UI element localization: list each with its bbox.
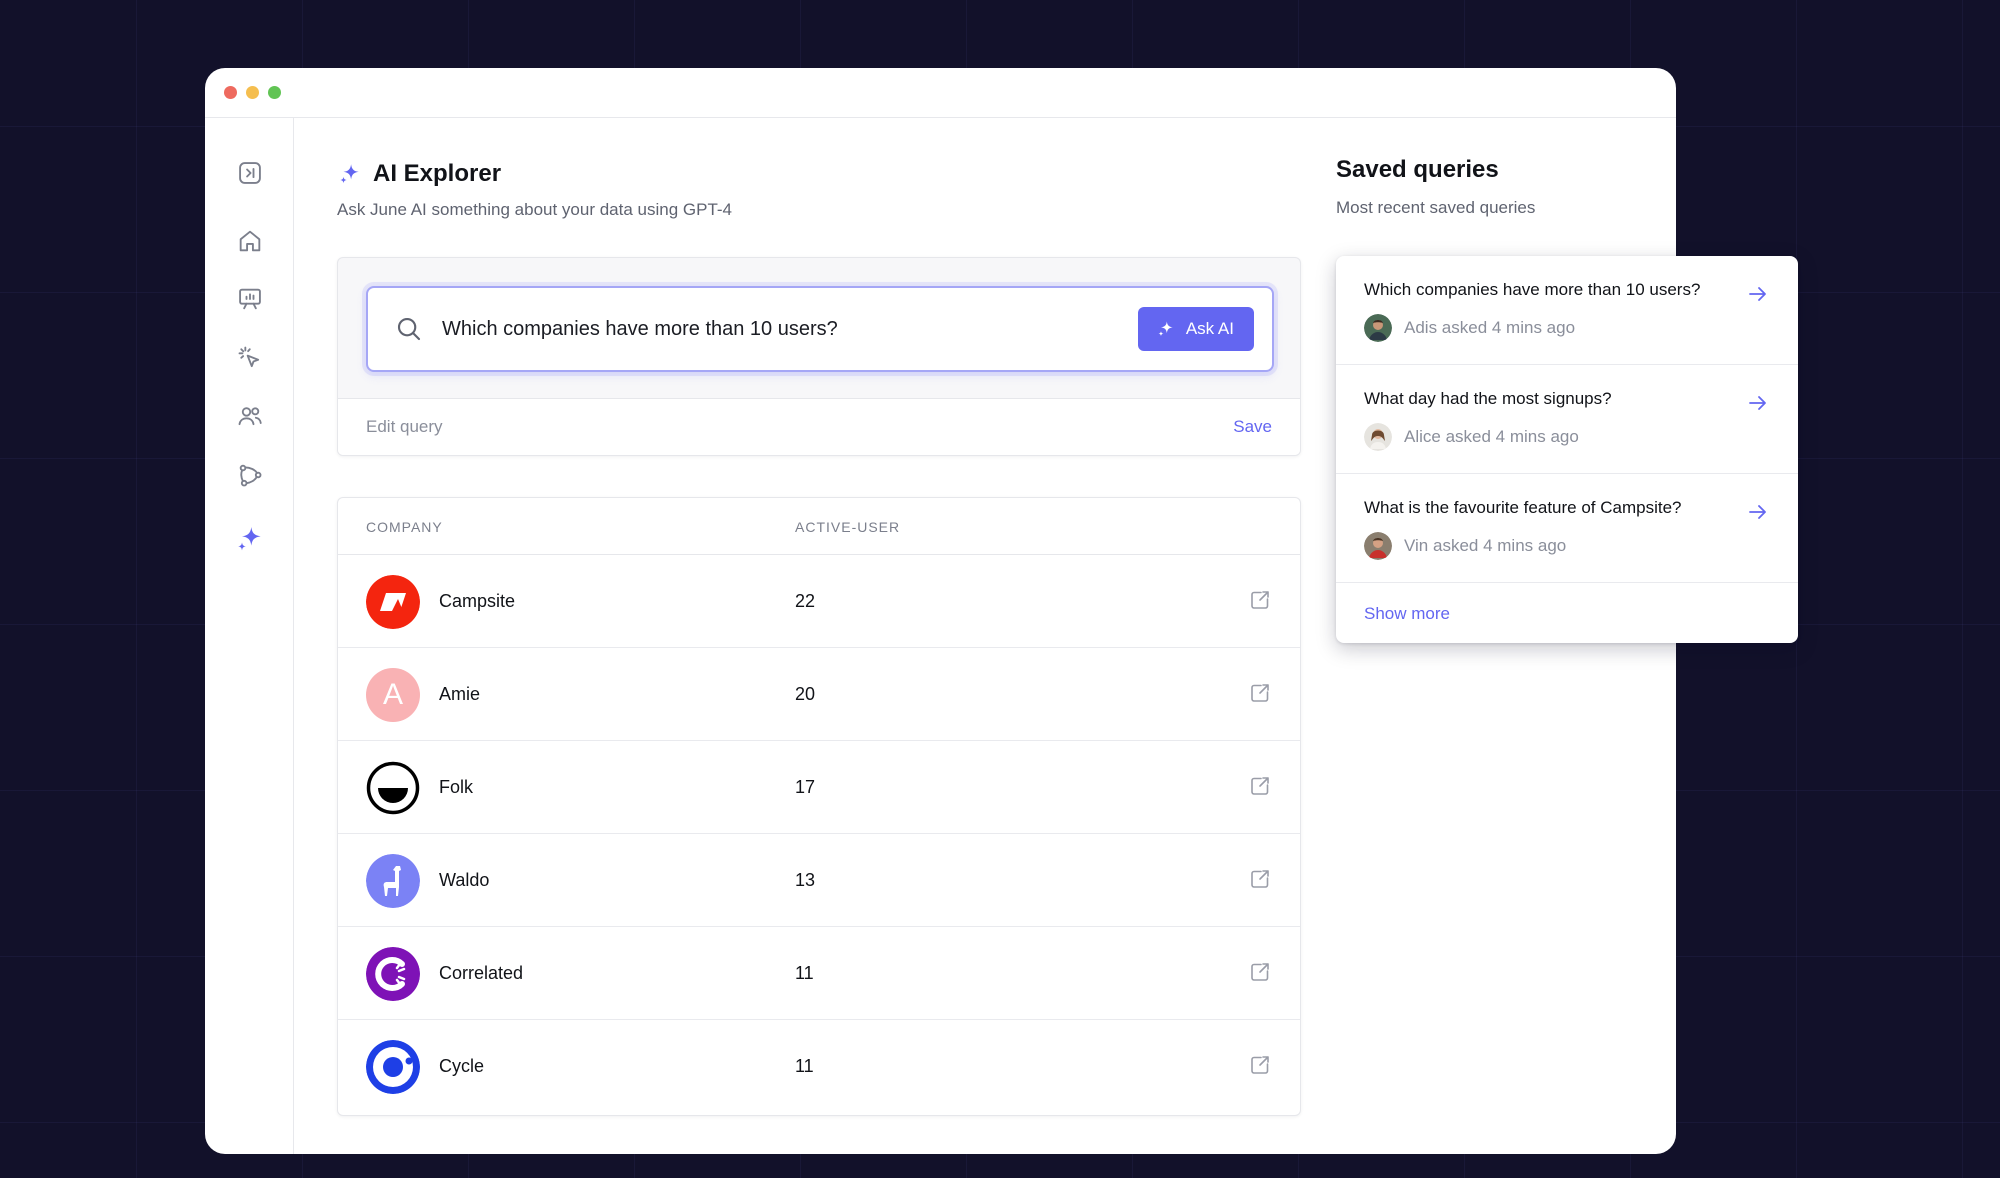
show-more-link[interactable]: Show more bbox=[1364, 604, 1450, 624]
maximize-window-button[interactable] bbox=[268, 86, 281, 99]
table-row[interactable]: A Amie 20 bbox=[338, 648, 1300, 741]
save-button[interactable]: Save bbox=[1233, 417, 1272, 437]
open-external-icon[interactable] bbox=[1248, 681, 1272, 705]
saved-queries-header: Saved queries Most recent saved queries bbox=[1336, 156, 1535, 218]
home-icon[interactable] bbox=[233, 224, 267, 258]
amie-logo-initial: A bbox=[382, 678, 403, 711]
saved-query-author: Alice asked 4 mins ago bbox=[1404, 427, 1579, 446]
saved-query-author: Adis asked 4 mins ago bbox=[1404, 318, 1576, 337]
arrow-right-icon[interactable] bbox=[1746, 282, 1770, 306]
main-content: AI Explorer Ask June AI something about … bbox=[332, 118, 1301, 1154]
saved-queries-title: Saved queries bbox=[1336, 156, 1499, 183]
waldo-logo bbox=[366, 854, 420, 908]
arrow-right-icon[interactable] bbox=[1746, 391, 1770, 415]
avatar bbox=[1364, 314, 1392, 342]
table-row[interactable]: Cycle 11 bbox=[338, 1020, 1300, 1113]
active-user-count: 17 bbox=[795, 777, 816, 797]
company-name: Cycle bbox=[439, 1056, 485, 1076]
folk-logo bbox=[366, 761, 420, 815]
company-name: Waldo bbox=[439, 870, 490, 890]
company-name: Folk bbox=[439, 777, 474, 797]
avatar bbox=[1364, 532, 1392, 560]
sidebar-toggle-icon[interactable] bbox=[233, 156, 267, 190]
company-name: Correlated bbox=[439, 963, 524, 983]
saved-query-item[interactable]: What day had the most signups? Alice ask… bbox=[1336, 365, 1798, 474]
saved-query-question: What day had the most signups? bbox=[1364, 389, 1612, 408]
saved-query-meta: Alice asked 4 mins ago bbox=[1364, 423, 1798, 451]
connections-icon[interactable] bbox=[233, 458, 267, 492]
company-name: Campsite bbox=[439, 591, 516, 611]
page-title-row: AI Explorer bbox=[337, 160, 732, 188]
sparkles-icon bbox=[1158, 321, 1173, 337]
close-window-button[interactable] bbox=[224, 86, 237, 99]
cycle-logo bbox=[366, 1040, 420, 1094]
saved-query-question: What is the favourite feature of Campsit… bbox=[1364, 498, 1682, 517]
users-icon[interactable] bbox=[233, 399, 267, 433]
saved-query-question: Which companies have more than 10 users? bbox=[1364, 280, 1701, 299]
arrow-right-icon[interactable] bbox=[1746, 500, 1770, 524]
page-subtitle: Ask June AI something about your data us… bbox=[337, 200, 733, 219]
open-external-icon[interactable] bbox=[1248, 774, 1272, 798]
table-row[interactable]: Correlated 11 bbox=[338, 927, 1300, 1020]
saved-query-item[interactable]: What is the favourite feature of Campsit… bbox=[1336, 474, 1798, 583]
search-box[interactable]: Ask AI bbox=[366, 286, 1274, 372]
column-header-active-user: ACTIVE-USER bbox=[795, 519, 901, 535]
amie-logo: A bbox=[366, 668, 420, 722]
open-external-icon[interactable] bbox=[1248, 588, 1272, 612]
ask-ai-label: Ask AI bbox=[1185, 319, 1234, 338]
query-card: Ask AI Edit query Save bbox=[337, 257, 1301, 456]
active-user-count: 11 bbox=[795, 1056, 814, 1076]
active-user-count: 13 bbox=[795, 870, 816, 890]
table-row[interactable]: Waldo 13 bbox=[338, 834, 1300, 927]
active-user-count: 22 bbox=[795, 591, 816, 611]
saved-queries-card: Which companies have more than 10 users?… bbox=[1336, 256, 1798, 643]
open-external-icon[interactable] bbox=[1248, 867, 1272, 891]
open-external-icon[interactable] bbox=[1248, 960, 1272, 984]
search-icon bbox=[397, 317, 421, 341]
table-row[interactable]: Folk 17 bbox=[338, 741, 1300, 834]
company-name: Amie bbox=[439, 684, 481, 704]
edit-query-link[interactable]: Edit query bbox=[366, 417, 443, 437]
saved-query-meta: Vin asked 4 mins ago bbox=[1364, 532, 1798, 560]
sidebar bbox=[205, 118, 294, 1154]
query-footer: Edit query Save bbox=[338, 398, 1300, 455]
page-header: AI Explorer Ask June AI something about … bbox=[337, 160, 732, 220]
correlated-logo bbox=[366, 947, 420, 1001]
campsite-logo bbox=[366, 575, 420, 629]
results-table: COMPANY ACTIVE-USER Campsite 22 A Amie 2… bbox=[337, 497, 1301, 1116]
minimize-window-button[interactable] bbox=[246, 86, 259, 99]
column-header-company: COMPANY bbox=[366, 519, 443, 535]
saved-query-author: Vin asked 4 mins ago bbox=[1404, 536, 1567, 555]
title-bar bbox=[205, 68, 1676, 118]
active-user-count: 11 bbox=[795, 963, 814, 983]
active-user-count: 20 bbox=[795, 684, 816, 704]
saved-query-item[interactable]: Which companies have more than 10 users?… bbox=[1336, 256, 1798, 365]
sparkles-icon bbox=[340, 164, 359, 184]
saved-query-meta: Adis asked 4 mins ago bbox=[1364, 314, 1798, 342]
page-title: AI Explorer bbox=[373, 160, 502, 187]
saved-queries-subtitle: Most recent saved queries bbox=[1336, 198, 1536, 217]
cursor-click-icon[interactable] bbox=[233, 341, 267, 375]
sparkles-icon[interactable] bbox=[233, 522, 267, 556]
avatar bbox=[1364, 423, 1392, 451]
query-input[interactable] bbox=[442, 317, 1138, 341]
open-external-icon[interactable] bbox=[1248, 1053, 1272, 1077]
table-header: COMPANY ACTIVE-USER bbox=[338, 498, 1300, 555]
table-row[interactable]: Campsite 22 bbox=[338, 555, 1300, 648]
presentation-icon[interactable] bbox=[233, 282, 267, 316]
ask-ai-button[interactable]: Ask AI bbox=[1137, 307, 1254, 351]
